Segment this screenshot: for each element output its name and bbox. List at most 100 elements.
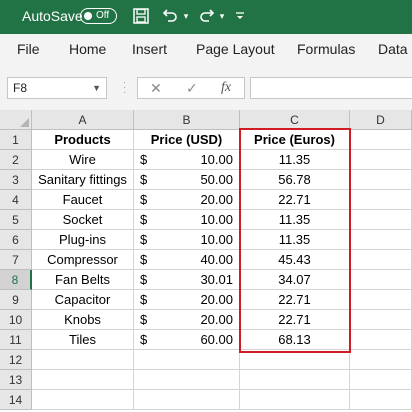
cell-b14[interactable] <box>134 390 240 410</box>
cell-c13[interactable] <box>240 370 350 390</box>
name-box[interactable]: F8 ▼ <box>7 77 107 99</box>
row-header-10[interactable]: 10 <box>0 310 32 330</box>
cancel-icon[interactable]: ✕ <box>150 80 162 97</box>
cell-b12[interactable] <box>134 350 240 370</box>
product-cell[interactable]: Capacitor <box>32 290 134 310</box>
row-header-4[interactable]: 4 <box>0 190 32 210</box>
cell-d2[interactable] <box>350 150 412 170</box>
header-price-usd[interactable]: Price (USD) <box>134 130 240 150</box>
cell-d13[interactable] <box>350 370 412 390</box>
row-header-9[interactable]: 9 <box>0 290 32 310</box>
enter-icon[interactable]: ✓ <box>186 80 198 97</box>
cell-d7[interactable] <box>350 250 412 270</box>
formula-bar-splitter-icon[interactable]: · · · <box>123 78 126 98</box>
price-euros-cell[interactable]: 22.71 <box>240 310 350 330</box>
cell-c12[interactable] <box>240 350 350 370</box>
price-usd-cell[interactable]: $30.01 <box>134 270 240 290</box>
row-header-11[interactable]: 11 <box>0 330 32 350</box>
product-cell[interactable]: Plug-ins <box>32 230 134 250</box>
column-header-a[interactable]: A <box>32 110 134 130</box>
tab-file[interactable]: File <box>17 41 40 57</box>
price-euros-cell[interactable]: 22.71 <box>240 290 350 310</box>
row-header-5[interactable]: 5 <box>0 210 32 230</box>
row-header-14[interactable]: 14 <box>0 390 32 410</box>
row-header-8[interactable]: 8 <box>0 270 32 290</box>
insert-function-icon[interactable]: fx <box>221 80 231 96</box>
cell-a14[interactable] <box>32 390 134 410</box>
currency-symbol: $ <box>140 252 148 267</box>
tab-data[interactable]: Data <box>378 41 408 57</box>
tab-home[interactable]: Home <box>69 41 106 57</box>
formula-input[interactable] <box>250 77 412 99</box>
undo-icon[interactable] <box>160 6 180 26</box>
usd-amount: 10.00 <box>200 212 233 227</box>
redo-dropdown-icon[interactable]: ▾ <box>217 6 227 26</box>
column-header-b[interactable]: B <box>134 110 240 130</box>
cell-d8[interactable] <box>350 270 412 290</box>
row-header-13[interactable]: 13 <box>0 370 32 390</box>
tab-formulas[interactable]: Formulas <box>297 41 355 57</box>
cell-c14[interactable] <box>240 390 350 410</box>
cell-d4[interactable] <box>350 190 412 210</box>
cell-d5[interactable] <box>350 210 412 230</box>
column-header-d[interactable]: D <box>350 110 412 130</box>
product-cell[interactable]: Compressor <box>32 250 134 270</box>
row-header-6[interactable]: 6 <box>0 230 32 250</box>
name-box-dropdown-icon[interactable]: ▼ <box>92 78 101 98</box>
product-cell[interactable]: Socket <box>32 210 134 230</box>
cell-a12[interactable] <box>32 350 134 370</box>
product-cell[interactable]: Wire <box>32 150 134 170</box>
usd-amount: 20.00 <box>200 192 233 207</box>
select-all-button[interactable] <box>0 110 32 130</box>
price-usd-cell[interactable]: $60.00 <box>134 330 240 350</box>
product-cell[interactable]: Sanitary fittings <box>32 170 134 190</box>
header-products[interactable]: Products <box>32 130 134 150</box>
price-euros-cell[interactable]: 11.35 <box>240 150 350 170</box>
undo-dropdown-icon[interactable]: ▾ <box>181 6 191 26</box>
price-usd-cell[interactable]: $10.00 <box>134 210 240 230</box>
price-usd-cell[interactable]: $20.00 <box>134 190 240 210</box>
price-euros-cell[interactable]: 56.78 <box>240 170 350 190</box>
row-header-12[interactable]: 12 <box>0 350 32 370</box>
cell-d12[interactable] <box>350 350 412 370</box>
cell-a13[interactable] <box>32 370 134 390</box>
cell-d6[interactable] <box>350 230 412 250</box>
price-euros-cell[interactable]: 45.43 <box>240 250 350 270</box>
cell-d10[interactable] <box>350 310 412 330</box>
row-header-3[interactable]: 3 <box>0 170 32 190</box>
price-euros-cell[interactable]: 22.71 <box>240 190 350 210</box>
save-icon[interactable] <box>131 6 151 26</box>
autosave-toggle[interactable]: Off <box>80 8 117 24</box>
price-usd-cell[interactable]: $20.00 <box>134 310 240 330</box>
row-header-2[interactable]: 2 <box>0 150 32 170</box>
row-header-1[interactable]: 1 <box>0 130 32 150</box>
cell-d1[interactable] <box>350 130 412 150</box>
price-usd-cell[interactable]: $20.00 <box>134 290 240 310</box>
tab-page-layout[interactable]: Page Layout <box>196 41 275 57</box>
price-usd-cell[interactable]: $10.00 <box>134 230 240 250</box>
header-price-euros[interactable]: Price (Euros) <box>240 130 350 150</box>
cell-d9[interactable] <box>350 290 412 310</box>
cell-b13[interactable] <box>134 370 240 390</box>
price-euros-cell[interactable]: 11.35 <box>240 210 350 230</box>
price-euros-cell[interactable]: 34.07 <box>240 270 350 290</box>
column-header-c[interactable]: C <box>240 110 350 130</box>
product-cell[interactable]: Tiles <box>32 330 134 350</box>
price-euros-cell[interactable]: 11.35 <box>240 230 350 250</box>
tab-insert[interactable]: Insert <box>132 41 167 57</box>
cell-d14[interactable] <box>350 390 412 410</box>
price-usd-cell[interactable]: $10.00 <box>134 150 240 170</box>
row-header-7[interactable]: 7 <box>0 250 32 270</box>
cell-d11[interactable] <box>350 330 412 350</box>
price-usd-cell[interactable]: $50.00 <box>134 170 240 190</box>
price-euros-cell[interactable]: 68.13 <box>240 330 350 350</box>
usd-amount: 10.00 <box>200 232 233 247</box>
product-cell[interactable]: Faucet <box>32 190 134 210</box>
product-cell[interactable]: Fan Belts <box>32 270 134 290</box>
redo-icon[interactable] <box>197 6 217 26</box>
cell-d3[interactable] <box>350 170 412 190</box>
customize-quick-access-icon[interactable] <box>234 6 246 26</box>
price-usd-cell[interactable]: $40.00 <box>134 250 240 270</box>
currency-symbol: $ <box>140 312 148 327</box>
product-cell[interactable]: Knobs <box>32 310 134 330</box>
